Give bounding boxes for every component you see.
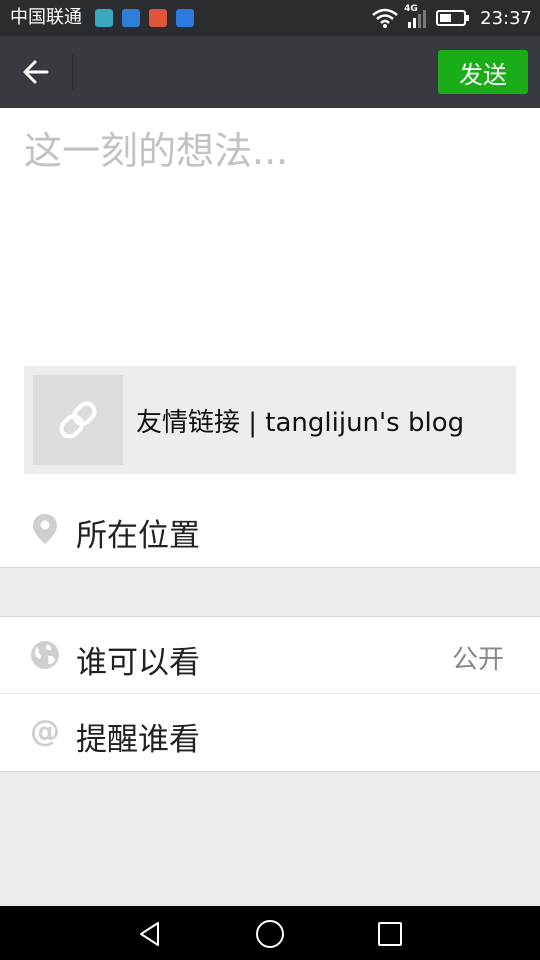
circle-home-icon [256,920,284,948]
at-symbol: @ [30,714,60,749]
location-pin-icon [30,514,60,544]
system-back-button[interactable] [132,916,168,952]
link-thumbnail [33,375,123,465]
app-notification-icon [149,9,167,27]
send-button[interactable]: 发送 [438,50,528,94]
app-notification-icon [176,9,194,27]
status-indicators: 4G 23:37 [372,4,532,30]
globe-icon [30,640,60,670]
system-home-button[interactable] [252,916,288,952]
app-notification-icon [95,9,113,27]
remind-label: 提醒谁看 [76,722,200,758]
location-row[interactable]: 所在位置 [0,492,540,568]
clock: 23:37 [480,7,532,29]
carrier-name: 中国联通 [10,7,82,28]
system-recents-button[interactable] [372,916,408,952]
battery-icon [436,10,470,26]
at-icon: @ [30,717,60,747]
back-button[interactable] [14,50,58,94]
remind-row[interactable]: @ 提醒谁看 [0,694,540,772]
link-title: 友情链接 | tanglijun's blog [136,408,465,438]
visibility-row[interactable]: 谁可以看 公开 [0,616,540,694]
app-notification-icon [122,9,140,27]
link-icon [59,401,97,439]
top-nav-bar: 发送 [0,36,540,108]
cellular-signal-icon: 4G [404,4,430,29]
square-recents-icon [378,922,402,946]
system-nav-bar [0,906,540,960]
location-label: 所在位置 [76,518,200,554]
back-arrow-icon [23,60,49,84]
triangle-back-icon [140,922,159,946]
moment-text-input[interactable] [24,128,514,348]
status-bar: 中国联通 4G 23:37 [0,0,540,36]
wifi-icon [372,8,398,28]
compose-area: 友情链接 | tanglijun's blog [0,108,540,492]
nav-divider [72,54,73,90]
visibility-value: 公开 [451,645,504,675]
shared-link-card[interactable]: 友情链接 | tanglijun's blog [24,366,516,474]
visibility-label: 谁可以看 [76,645,200,681]
